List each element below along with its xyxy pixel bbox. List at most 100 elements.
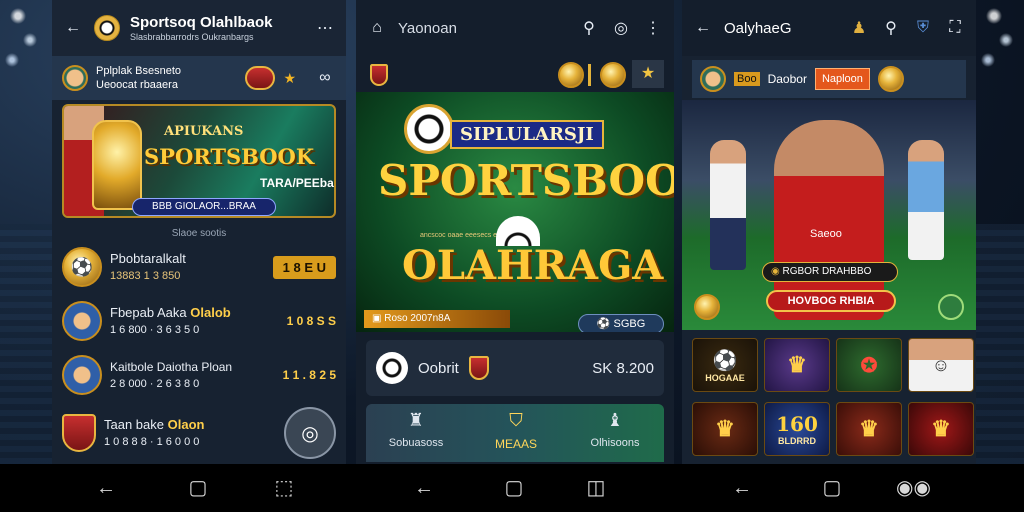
nav-home-icon[interactable]: ▢: [820, 476, 844, 500]
team-badge-icon: [62, 301, 102, 341]
nav-back-icon[interactable]: ←: [730, 476, 754, 500]
hero-subtitle: OLAHRAGA: [402, 242, 664, 289]
tab-sports[interactable]: ♜ Sobuasoss: [366, 404, 466, 462]
trophy-badge-icon: [245, 66, 276, 90]
game-tile-6[interactable]: 160 BLDRRD: [764, 402, 830, 456]
user-bar: Boo Daobor Naploon: [692, 60, 966, 98]
account-bar[interactable]: Pplplak Bsesneto Ueoocat rbaaera ★ ∞: [52, 56, 346, 100]
promo-strip[interactable]: ▣ Roso 2007n8A: [364, 310, 510, 328]
nav-recents-icon[interactable]: ⬚: [272, 476, 296, 500]
shield-icon-right[interactable]: [938, 294, 964, 320]
player-icon: ☺: [931, 354, 951, 375]
football-icon: [404, 104, 454, 154]
nav-back-icon[interactable]: ←: [94, 476, 118, 500]
promo-banner[interactable]: APIUKANS SPORTSBOOK TARA/PEEbaik BBB GIO…: [62, 104, 336, 218]
stadium-stand-right: [976, 224, 1024, 464]
link-icon[interactable]: ∞: [314, 67, 336, 89]
player-left: [710, 140, 746, 270]
match-odds: 1 0 8 8 8 · 1 6 0 0 0: [104, 435, 200, 448]
match-name: Fbepab Aaka: [110, 304, 187, 320]
fullscreen-icon[interactable]: ⛶: [944, 17, 966, 39]
tab-label: Olhisoons: [590, 437, 640, 449]
game-grid: ⚽ HOGAAE ♛ ✪ ☺ ♛ 160 BLDRRD ♛ ♛: [682, 338, 976, 462]
coin-icon-left: [694, 294, 720, 320]
user-button[interactable]: Naploon: [814, 68, 870, 90]
nav-back-icon[interactable]: ←: [412, 476, 436, 500]
game-center-number: 160: [776, 412, 818, 436]
dice-icon: ♜: [407, 410, 425, 430]
trophy-coin-icon[interactable]: [558, 62, 584, 88]
nav-recents-icon[interactable]: ◫: [584, 476, 608, 500]
stadium-stand-left: [0, 224, 52, 464]
floating-action-button[interactable]: ◎: [284, 407, 336, 459]
match-row-2[interactable]: Fbepab Aaka Olalob 1 6 800 · 3 6 3 5 0 1 …: [52, 298, 346, 344]
back-arrow-icon[interactable]: ←: [62, 17, 84, 39]
football-icon: ⚽: [62, 247, 102, 287]
tab-label: MEAAS: [494, 437, 537, 451]
game-tile-8[interactable]: ♛: [908, 402, 974, 456]
more-vertical-icon[interactable]: ⋮: [642, 17, 664, 39]
home-icon[interactable]: ⌂: [366, 17, 388, 39]
hero-cta-button[interactable]: HOVBOG RHBIA: [766, 290, 896, 312]
match-value[interactable]: 1 1 . 8 2 5: [283, 368, 336, 382]
match-value[interactable]: 1 0 8 S S: [287, 314, 336, 328]
app-title: Sportsoq Olahlbaok: [130, 14, 273, 31]
match-row-1[interactable]: ⚽ Pbobtaralkalt 13883 1 3 850 1 8 E U: [52, 244, 346, 290]
hero-info-pill[interactable]: ◉ RGBOR DRAHBBO: [762, 262, 898, 282]
score-text: SGBG: [613, 318, 646, 330]
banner-side-text: TARA/PEEbaik: [260, 176, 336, 190]
score-pill[interactable]: ⚽ SGBG: [578, 314, 664, 332]
player-center-badge: Saeoo: [810, 228, 842, 240]
player-right: [908, 140, 944, 260]
trophy-coin-icon[interactable]: [877, 66, 904, 92]
game-label: BLDRRD: [778, 436, 816, 446]
phone-panel-3: ← OalyhaeG ♟ ⚲ ⛨ ⛶ Boo Daobor Naploon Sa…: [682, 0, 976, 464]
match-card[interactable]: Oobrit SK 8.200: [366, 340, 664, 396]
game-tile-1[interactable]: ⚽ HOGAAE: [692, 338, 758, 392]
odds-button[interactable]: 1 8 E U: [272, 255, 336, 279]
game-label: HOGAAE: [705, 372, 745, 383]
game-tile-4[interactable]: ☺: [908, 338, 974, 392]
nav-home-icon[interactable]: ▢: [186, 476, 210, 500]
trophy-icon: [92, 120, 142, 210]
account-name: Pplplak Bsesneto: [96, 65, 181, 77]
nav-home-icon[interactable]: ▢: [502, 476, 526, 500]
badge-icon[interactable]: [600, 62, 626, 88]
phone-panel-1: ← Sportsoq Olahlbaok Slasbrabbarrodrs Ouk…: [52, 0, 346, 464]
football-icon: [376, 352, 408, 384]
coin-icon: ◉: [771, 266, 783, 277]
match-row-4[interactable]: Taan bake Olaon 1 0 8 8 8 · 1 6 0 0 0 ◎: [52, 407, 346, 459]
club-badge-icon[interactable]: ⛨: [912, 17, 934, 39]
app-title: OalyhaeG: [724, 19, 792, 37]
settings-icon[interactable]: ◎: [610, 17, 632, 39]
game-tile-5[interactable]: ♛: [692, 402, 758, 456]
avatar[interactable]: [700, 66, 726, 92]
back-arrow-icon[interactable]: ←: [692, 17, 714, 39]
promo-text: Roso 2007n8A: [384, 313, 451, 324]
game-tile-2[interactable]: ♛: [764, 338, 830, 392]
banner-title: SPORTSBOOK: [144, 144, 315, 169]
system-nav-bar: ← ▢ ⬚ ← ▢ ◫ ← ▢ ◉◉: [0, 464, 1024, 512]
match-row-3[interactable]: Kaitbole Daiotha Ploan 2 8 000 · 2 6 3 8 …: [52, 352, 346, 398]
search-icon[interactable]: ⚲: [578, 17, 600, 39]
more-horizontal-icon[interactable]: ⋯: [314, 17, 336, 39]
trophy-icon: ♛: [787, 352, 807, 377]
phone-panel-2: ⌂ Yaonoan ⚲ ◎ ⋮ ★ SIPLULARSJI SPORTSBOOK…: [356, 0, 674, 464]
nav-recents-icon[interactable]: ◉◉: [896, 476, 931, 500]
hero-banner[interactable]: Saeoo ◉ RGBOR DRAHBBO HOVBOG RHBIA: [682, 100, 976, 330]
app-logo: [94, 15, 120, 41]
search-icon[interactable]: ⚲: [880, 17, 902, 39]
hero-banner[interactable]: SIPLULARSJI SPORTSBOOK ancscoc oaae eees…: [356, 92, 674, 332]
game-tile-7[interactable]: ♛: [836, 402, 902, 456]
section-label: Slaoe sootis: [171, 228, 227, 239]
user-badge: Boo: [734, 72, 760, 86]
bell-icon[interactable]: ♟: [848, 17, 870, 39]
stadium-lights-right: [976, 0, 1024, 120]
club-badge-icon[interactable]: [370, 64, 388, 86]
tab-others[interactable]: ♝ Olhisoons: [566, 404, 664, 462]
game-tile-3[interactable]: ✪: [836, 338, 902, 392]
hero-top-text: SIPLULARSJI: [450, 120, 604, 149]
tab-games[interactable]: ⛉ MEAAS: [466, 404, 566, 462]
star-icon[interactable]: ★: [632, 60, 664, 88]
banner-button[interactable]: BBB GIOLAOR...BRAA: [132, 198, 276, 216]
